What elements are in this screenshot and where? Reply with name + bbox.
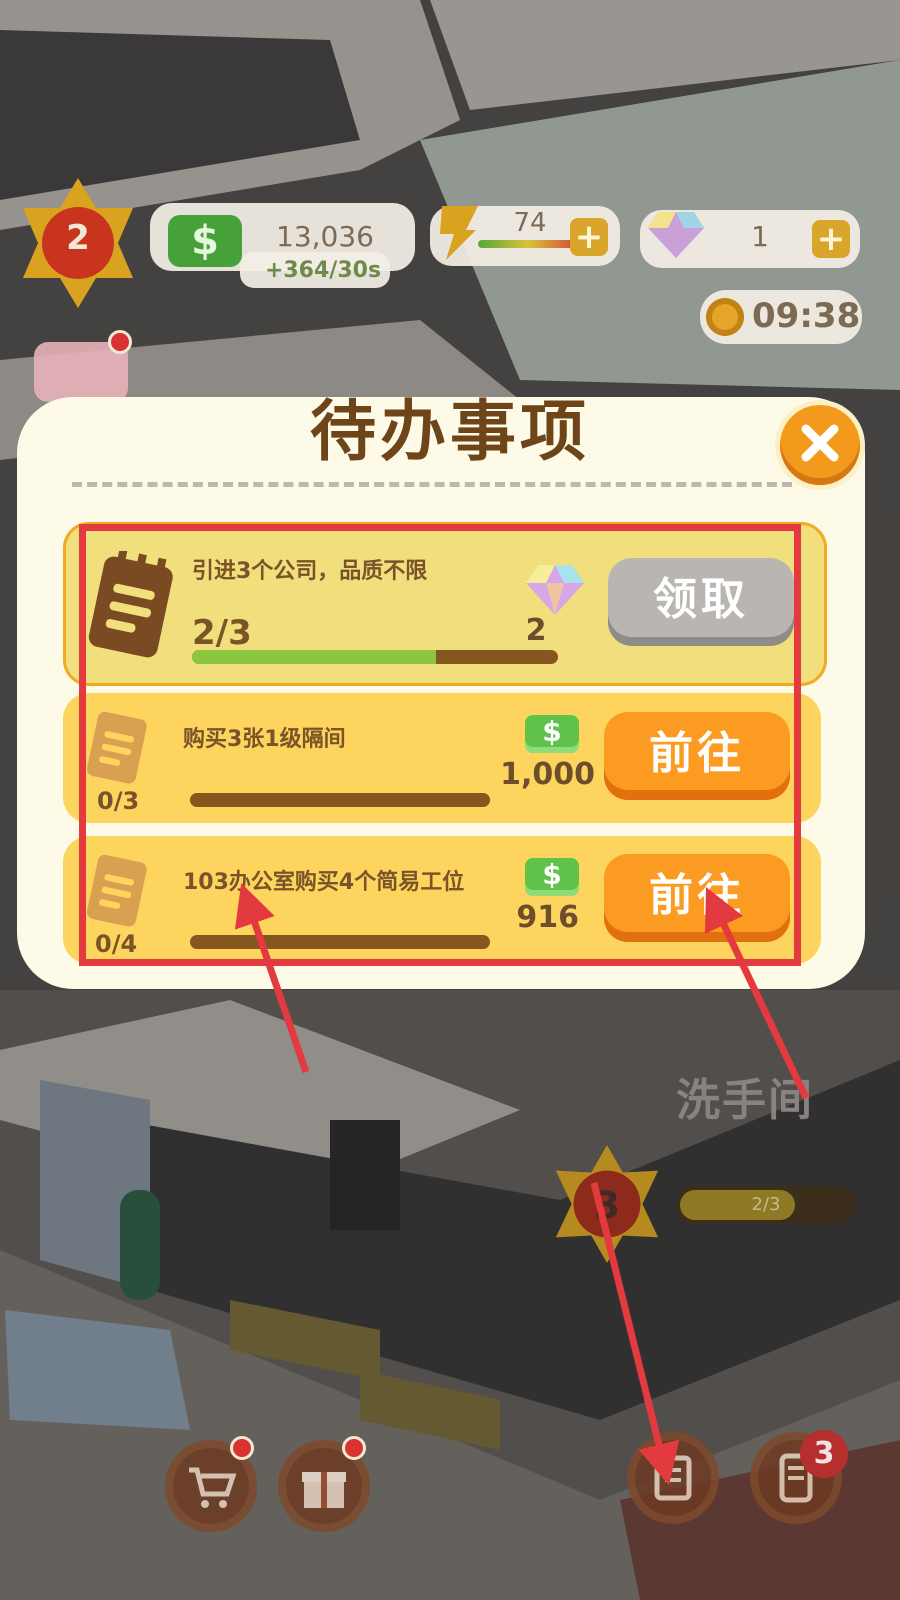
room-progress-text: 2/3 [751, 1194, 781, 1215]
gift-notification-dot [342, 1436, 366, 1460]
player-level-badge[interactable]: 2 [18, 178, 138, 308]
room-level-value: 3 [594, 1183, 620, 1227]
cash-icon: $ [168, 215, 242, 267]
timer-value: 09:38 [752, 296, 861, 336]
clock-icon [706, 298, 744, 336]
title-divider [72, 482, 792, 487]
phone-count-badge: 3 [800, 1430, 848, 1478]
lightning-icon [440, 206, 478, 260]
energy-bar [478, 240, 578, 248]
room-level-star-icon: 3 [555, 1145, 659, 1263]
shop-notification-dot [230, 1436, 254, 1460]
add-gems-button[interactable]: + [812, 220, 850, 258]
close-icon [801, 424, 839, 462]
gem-value: 1 [751, 220, 769, 253]
gem-icon [648, 212, 704, 258]
player-level-value: 2 [66, 218, 90, 258]
dialog-title: 待办事项 [310, 393, 590, 470]
highlight-box [79, 524, 801, 966]
close-button[interactable] [780, 405, 860, 485]
energy-value: 74 [513, 208, 547, 238]
cash-value: 13,036 [276, 220, 374, 253]
notepad-icon [654, 1455, 692, 1501]
avatar-notification-dot [108, 330, 132, 354]
gift-icon [302, 1472, 346, 1508]
room-label: 洗手间 [676, 1075, 814, 1126]
add-energy-button[interactable]: + [570, 218, 608, 256]
cart-icon [189, 1467, 237, 1508]
todo-button[interactable] [627, 1432, 719, 1524]
cash-rate: +364/30s [264, 258, 382, 283]
